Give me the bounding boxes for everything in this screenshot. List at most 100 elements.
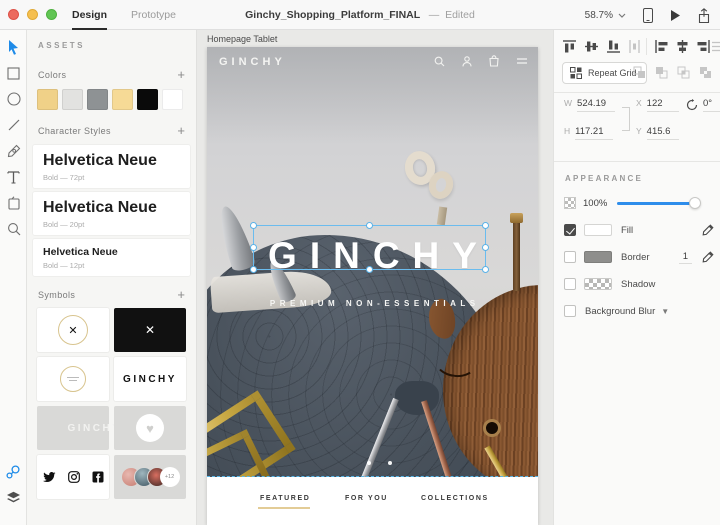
subtract-icon[interactable] <box>655 66 668 79</box>
assets-panel: ASSETS Colors + Character Styles + Helve… <box>27 30 197 525</box>
width-input[interactable]: 524.19 <box>577 98 615 112</box>
selection-handle-nw[interactable] <box>250 222 257 229</box>
text-tool[interactable] <box>0 164 27 190</box>
minimize-window-button[interactable] <box>27 9 38 20</box>
selection-handle-sw[interactable] <box>250 266 257 273</box>
preview-play-button[interactable] <box>670 9 681 22</box>
avatar-group: +12 <box>121 467 180 487</box>
shadow-color-chip[interactable] <box>584 278 612 290</box>
align-bottom-button[interactable] <box>606 39 621 57</box>
selection-handle-e[interactable] <box>482 244 489 251</box>
rectangle-tool[interactable] <box>0 60 27 86</box>
tab-design[interactable]: Design <box>72 0 107 30</box>
style-detail: Bold — 20pt <box>43 220 180 229</box>
pen-tool[interactable] <box>0 138 27 164</box>
lock-aspect-icon[interactable] <box>622 107 630 131</box>
color-swatch[interactable] <box>137 89 158 110</box>
height-input[interactable]: 117.21 <box>575 126 613 140</box>
symbol-favorite-button[interactable]: ♥ <box>114 406 186 450</box>
color-swatch[interactable] <box>87 89 108 110</box>
symbol-social-icons[interactable] <box>37 455 109 499</box>
tab-prototype[interactable]: Prototype <box>131 0 176 30</box>
border-width-input[interactable]: 1 <box>679 251 692 264</box>
opacity-slider-knob[interactable] <box>689 197 701 209</box>
color-swatch[interactable] <box>112 89 133 110</box>
union-icon[interactable] <box>633 66 646 79</box>
style-name: Helvetica Neue <box>43 246 180 258</box>
share-icon <box>698 8 710 23</box>
border-color-chip[interactable] <box>584 251 612 263</box>
symbol-close-dark[interactable]: ✕ <box>114 308 186 352</box>
align-top-button[interactable] <box>562 39 577 57</box>
border-checkbox[interactable] <box>564 251 576 263</box>
close-window-button[interactable] <box>8 9 19 20</box>
zoom-level-value: 58.7% <box>585 10 613 21</box>
window-controls[interactable] <box>8 9 57 20</box>
assets-panel-toggle[interactable] <box>6 465 21 482</box>
symbol-avatar-group[interactable]: +12 <box>114 455 186 499</box>
artboard-homepage-tablet[interactable]: GINCHY GINCHY PREMIUM NON-ESSENTIALS <box>207 47 538 525</box>
device-preview-button[interactable] <box>643 8 653 23</box>
shadow-checkbox[interactable] <box>564 278 576 290</box>
rotation-input[interactable]: 0° <box>703 98 720 112</box>
eyedropper-icon[interactable] <box>702 224 714 236</box>
symbol-badge-circle[interactable] <box>37 357 109 401</box>
fill-color-chip[interactable] <box>584 224 612 236</box>
y-input[interactable]: 415.6 <box>647 126 679 140</box>
align-left-button[interactable] <box>654 39 669 57</box>
distribute-vertical-button[interactable] <box>712 41 720 55</box>
edited-status: Edited <box>445 9 475 21</box>
share-button[interactable] <box>698 8 710 23</box>
guide-line <box>207 476 538 477</box>
align-right-button[interactable] <box>696 39 711 57</box>
zoom-window-button[interactable] <box>46 9 57 20</box>
canvas-pasteboard[interactable]: Homepage Tablet GINCHY <box>197 30 553 525</box>
color-swatch[interactable] <box>162 89 183 110</box>
selection-handle-w[interactable] <box>250 244 257 251</box>
zoom-tool[interactable] <box>0 216 27 242</box>
symbol-close-circle[interactable]: ✕ <box>37 308 109 352</box>
add-symbol-button[interactable]: + <box>177 290 185 300</box>
colors-section-label: Colors <box>38 70 66 80</box>
add-color-button[interactable]: + <box>177 70 185 80</box>
chevron-down-icon[interactable]: ▼ <box>661 307 669 316</box>
opacity-value[interactable]: 100% <box>583 198 607 209</box>
add-character-style-button[interactable]: + <box>177 126 185 136</box>
selection-handle-s[interactable] <box>366 266 373 273</box>
layers-panel-toggle[interactable] <box>6 491 21 507</box>
selection-handle-se[interactable] <box>482 266 489 273</box>
width-label: W <box>564 98 572 108</box>
selection-handle-n[interactable] <box>366 222 373 229</box>
symbol-ginchy-wordmark-light[interactable]: GINCHY <box>37 406 109 450</box>
color-swatch[interactable] <box>37 89 58 110</box>
align-middle-vertical-button[interactable] <box>584 39 599 57</box>
distribute-horizontal-button[interactable] <box>628 39 641 57</box>
artboard-title[interactable]: Homepage Tablet <box>207 34 277 44</box>
opacity-icon <box>564 197 576 209</box>
select-tool[interactable] <box>0 34 27 60</box>
ellipse-tool[interactable] <box>0 86 27 112</box>
symbol-ginchy-wordmark[interactable]: GINCHY <box>114 357 186 401</box>
user-icon <box>462 56 472 67</box>
intersect-icon[interactable] <box>677 66 690 79</box>
opacity-slider[interactable] <box>617 202 695 205</box>
windup-key-stem <box>437 207 447 226</box>
artboard-tool[interactable] <box>0 190 27 216</box>
assets-icon <box>6 465 21 479</box>
eyedropper-icon[interactable] <box>702 251 714 263</box>
background-blur-checkbox[interactable] <box>564 305 576 317</box>
color-swatch[interactable] <box>62 89 83 110</box>
fill-checkbox[interactable] <box>564 224 576 236</box>
zoom-level-control[interactable]: 58.7% <box>585 10 626 21</box>
align-center-horizontal-button[interactable] <box>675 39 690 57</box>
selection-handle-ne[interactable] <box>482 222 489 229</box>
style-name: Helvetica Neue <box>43 152 180 170</box>
line-tool[interactable] <box>0 112 27 138</box>
nav-for-you: FOR YOU <box>345 495 388 502</box>
x-input[interactable]: 122 <box>647 98 679 112</box>
character-style-item[interactable]: Helvetica Neue Bold — 12pt <box>33 239 190 276</box>
selection-bounding-box[interactable] <box>253 225 486 270</box>
exclude-overlap-icon[interactable] <box>699 66 712 79</box>
character-style-item[interactable]: Helvetica Neue Bold — 20pt <box>33 192 190 235</box>
character-style-item[interactable]: Helvetica Neue Bold — 72pt <box>33 145 190 188</box>
